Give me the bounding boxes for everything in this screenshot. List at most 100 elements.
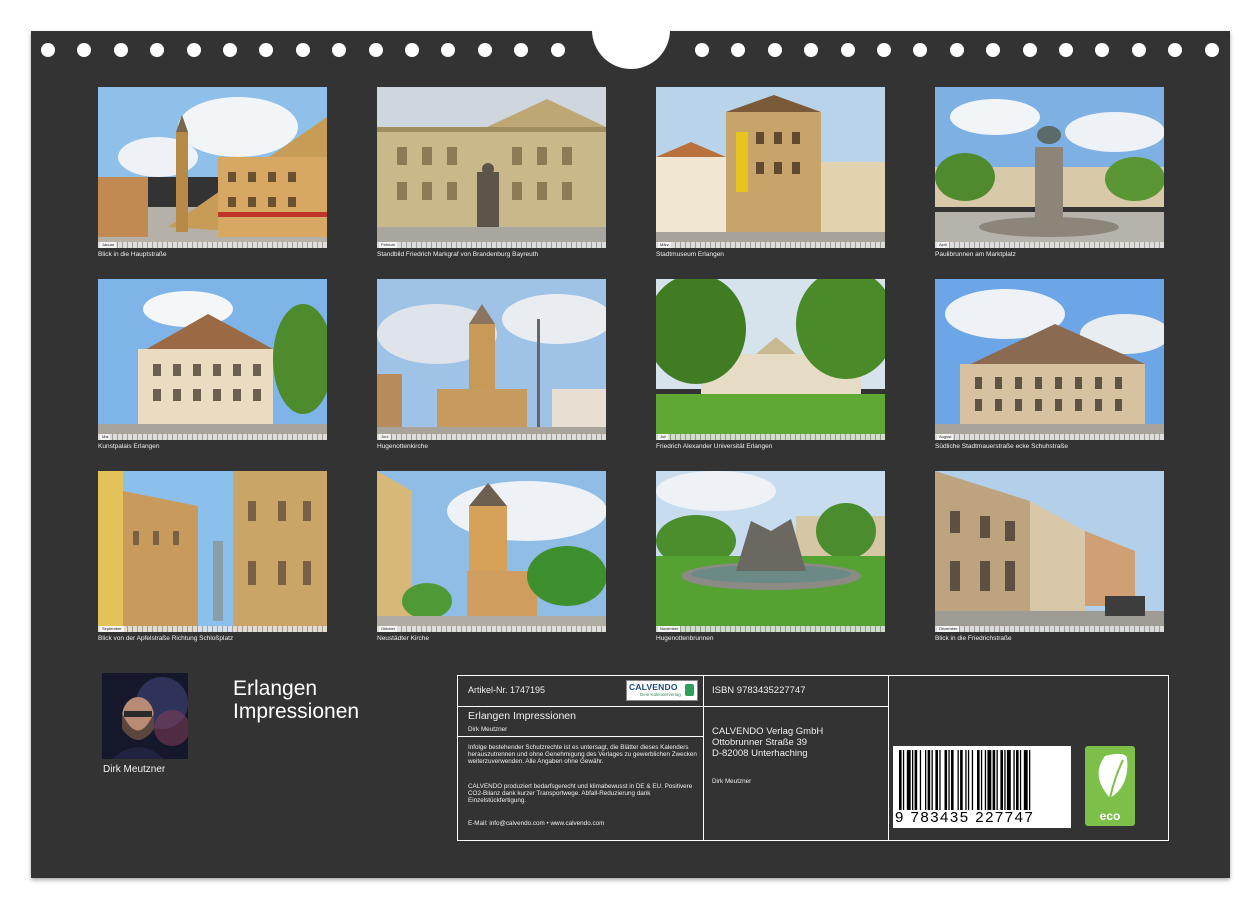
barcode-bar [957, 750, 959, 810]
month-photo-october: Oktober [377, 471, 606, 632]
binding-hole [405, 43, 419, 57]
date-strip [377, 626, 606, 632]
photo-caption: Blick in die Hauptstraße [98, 251, 167, 258]
photo-caption: Blick von der Apfelstraße Richtung Schlo… [98, 635, 234, 642]
publisher-name: CALVENDO Verlag GmbH [712, 726, 824, 737]
barcode-bar [1013, 750, 1015, 810]
binding-hole [1204, 43, 1219, 57]
binding-hole [41, 43, 55, 57]
barcode-bar [1023, 750, 1028, 810]
barcode-digits: 9 783435 227747 [895, 809, 1035, 826]
calvendo-logo-sub: Dein Kalenderverlag [640, 692, 681, 697]
binding-hole [477, 43, 492, 57]
calendar-title-text: Erlangen [233, 677, 318, 700]
calvendo-logo: CALVENDO Dein Kalenderverlag [626, 680, 698, 701]
date-strip [935, 626, 1164, 632]
barcode-bar [906, 750, 911, 810]
barcode-bar [902, 750, 905, 810]
photo-caption: Hugenottenbrunnen [656, 635, 714, 642]
binding-hole [186, 43, 201, 57]
binding-hole [514, 43, 529, 57]
calvendo-leaf-icon [685, 684, 694, 696]
date-strip [656, 434, 885, 440]
photo-caption: Kunstpalais Erlangen [98, 443, 160, 450]
barcode-bar [951, 750, 954, 810]
binding-hole [441, 43, 456, 57]
binding-hole [295, 43, 310, 57]
divider [704, 706, 888, 707]
binding-hole [368, 43, 383, 57]
binding-hole [113, 43, 128, 57]
article-row: Artikel-Nr. 1747195 CALVENDO Dein Kalend… [458, 676, 703, 707]
binding-hole [550, 43, 565, 57]
month-label: Mai [100, 434, 111, 440]
barcode-bar [919, 750, 922, 810]
binding-hole [877, 43, 891, 57]
month-label: Dezember [937, 626, 960, 632]
barcode-bar [965, 750, 967, 810]
product-info-left: Artikel-Nr. 1747195 CALVENDO Dein Kalend… [458, 676, 704, 840]
month-label: November [658, 626, 681, 632]
binding-hole [695, 43, 709, 57]
binding-hole [77, 43, 92, 57]
binding-hole [332, 43, 347, 57]
barcode-bar [980, 750, 983, 810]
month-photo-december: Dezember [935, 471, 1164, 632]
month-photo-june: Juni [377, 279, 606, 440]
divider [458, 736, 703, 737]
legal-text-rights: Infolge bestehender Schutzrechte ist es … [468, 744, 697, 766]
month-label: Juni [379, 434, 391, 440]
barcode-bar [899, 750, 902, 810]
legal-text-climate: CALVENDO produziert bedarfsgerecht und k… [468, 783, 693, 805]
date-strip [935, 434, 1164, 440]
month-photo-august: August [935, 279, 1164, 440]
month-label: Juli [658, 434, 669, 440]
author-portrait [102, 673, 188, 759]
binding-hole [1059, 43, 1073, 57]
barcode-bar [992, 750, 996, 810]
barcode-bar [1019, 750, 1022, 810]
barcode-bar [984, 750, 987, 810]
month-photo-november: November [656, 471, 885, 632]
barcode-bar [1016, 750, 1019, 810]
barcode-bar [925, 750, 927, 810]
date-strip [98, 434, 327, 440]
month-photo-february: Februar [377, 87, 606, 248]
calendar-back-page: Januar Blick in die Hauptstraße Februar … [31, 29, 1230, 878]
month-label: August [937, 434, 954, 440]
date-strip [98, 626, 327, 632]
product-info-box: Artikel-Nr. 1747195 CALVENDO Dein Kalend… [457, 675, 1169, 841]
calendar-title-text: Impressionen [233, 700, 360, 723]
barcode-bar [967, 750, 970, 810]
month-photo-march: März [656, 87, 885, 248]
contact-line: E-Mail: info@calvendo.com • www.calvendo… [468, 820, 605, 827]
month-photo-april: April [935, 87, 1164, 248]
date-strip [377, 434, 606, 440]
barcode-bar [944, 750, 948, 810]
month-label: Oktober [379, 626, 398, 632]
publisher-city: D-82008 Unterhaching [712, 748, 808, 759]
month-label: Februar [379, 242, 398, 248]
barcode-bar [987, 750, 992, 810]
binding-hole [150, 43, 165, 57]
eco-badge: eco [1085, 746, 1135, 826]
date-strip [98, 242, 327, 248]
month-photo-july: Juli [656, 279, 885, 440]
photo-caption: Blick in die Friedrichstraße [935, 635, 1012, 642]
barcode-bar [912, 750, 914, 810]
binding-hole [1168, 43, 1183, 57]
barcode-bar [931, 750, 933, 810]
binding-hole [1095, 43, 1110, 57]
leaf-icon [1098, 753, 1128, 799]
barcode-panel: 9 783435 227747 eco [889, 676, 1168, 840]
author-name: Dirk Meutzner [103, 764, 166, 775]
binding-hole [986, 43, 1001, 57]
barcode-bar [914, 750, 918, 810]
binding-hole [949, 43, 964, 57]
month-photo-january: Januar [98, 87, 327, 248]
month-label: Januar [100, 242, 117, 248]
barcode-bar [960, 750, 963, 810]
binding-hole [840, 43, 855, 57]
binding-hole [259, 43, 274, 57]
photo-caption: Stadtmuseum Erlangen [656, 251, 724, 258]
